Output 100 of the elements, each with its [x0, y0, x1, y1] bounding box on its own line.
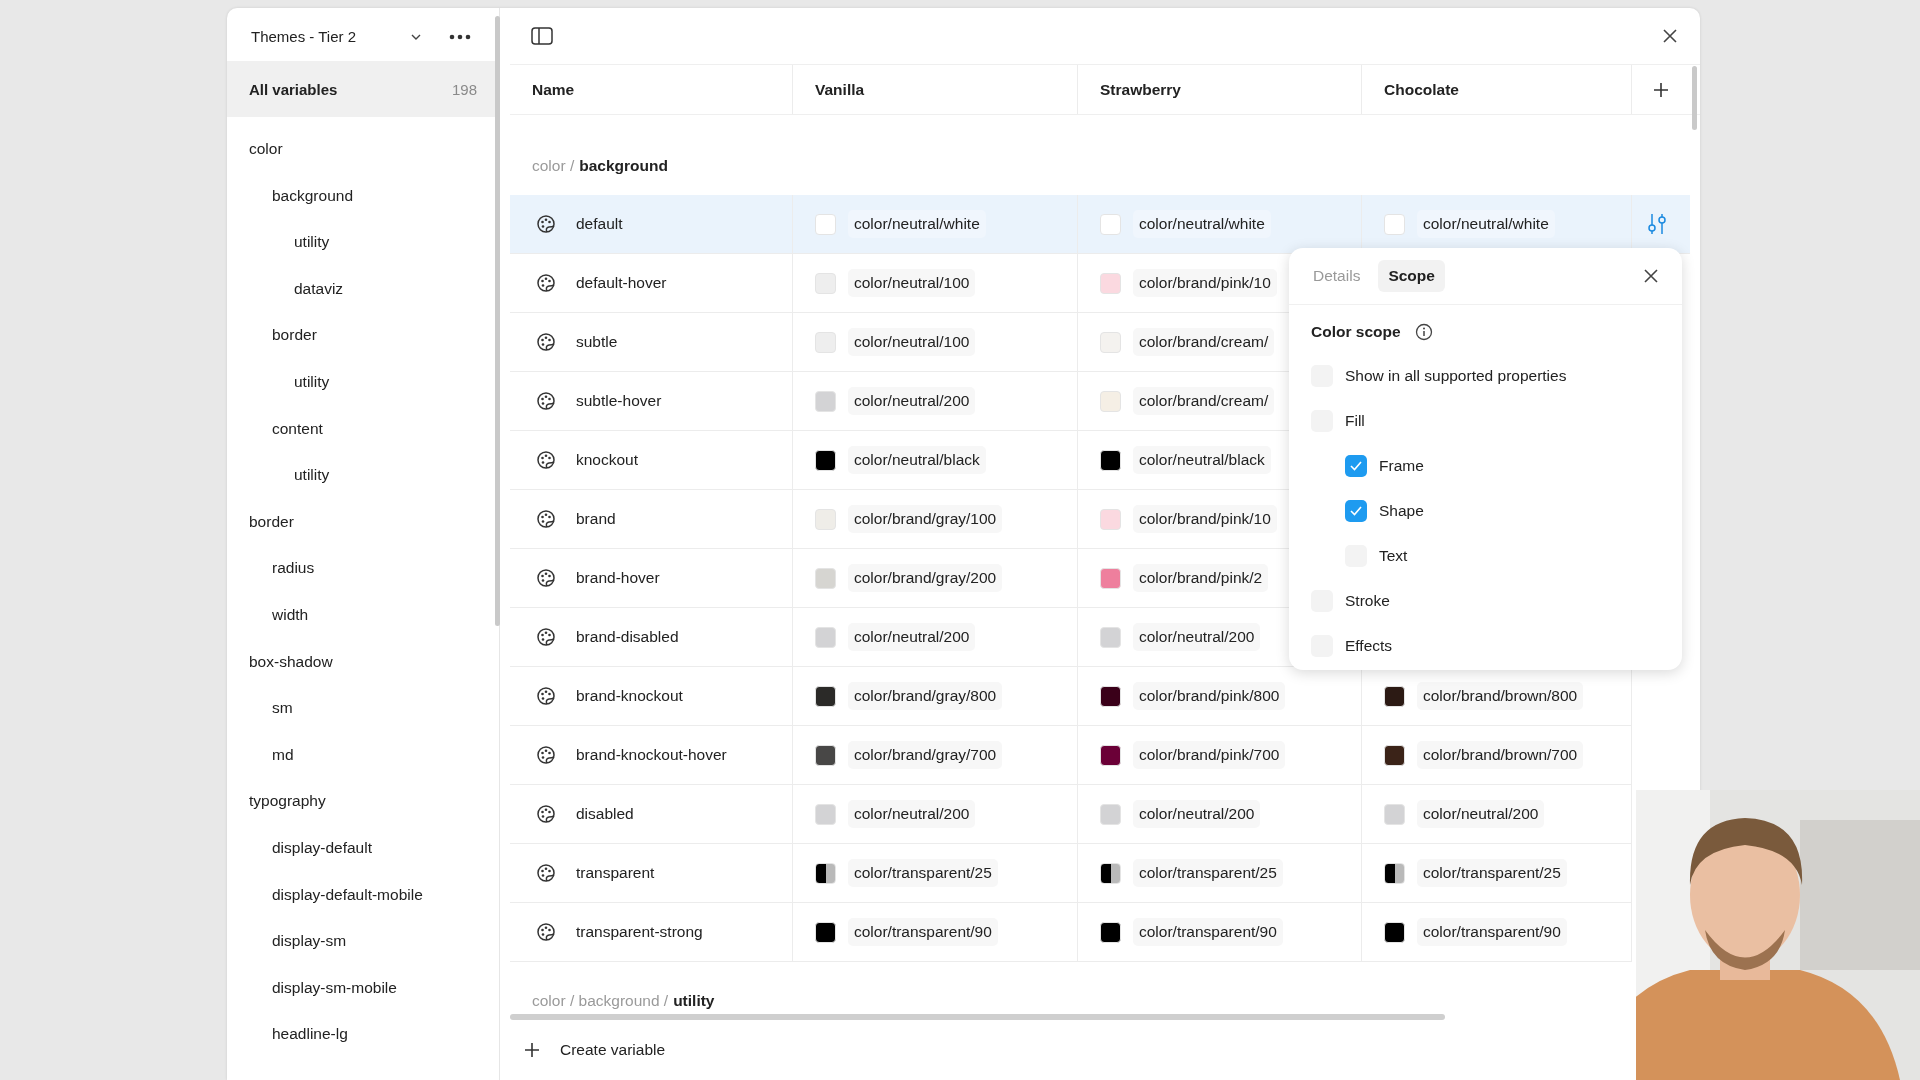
table-row[interactable]: transparent-strong color/transparent/90 color/transparent/90 color/transparent/90 [510, 903, 1632, 962]
sidebar-toggle-icon[interactable] [531, 27, 553, 45]
alias-chip[interactable]: color/transparent/90 [848, 918, 998, 946]
color-swatch[interactable] [1100, 508, 1121, 530]
alias-chip[interactable]: color/neutral/100 [848, 328, 976, 356]
color-swatch[interactable] [815, 449, 836, 471]
color-swatch[interactable] [1100, 803, 1121, 825]
tree-item[interactable]: color [249, 126, 283, 173]
alias-chip[interactable]: color/brand/pink/2 [1133, 564, 1269, 592]
color-swatch[interactable] [1384, 213, 1405, 235]
alias-chip[interactable]: color/neutral/200 [848, 387, 976, 415]
color-swatch[interactable] [815, 921, 836, 943]
scrollbar[interactable] [495, 16, 500, 626]
color-swatch[interactable] [815, 803, 836, 825]
color-swatch[interactable] [1100, 272, 1121, 294]
color-swatch[interactable] [1384, 921, 1405, 943]
alias-chip[interactable]: color/neutral/white [1417, 210, 1555, 238]
alias-chip[interactable]: color/brand/brown/700 [1417, 741, 1584, 769]
alias-chip[interactable]: color/neutral/200 [1133, 623, 1261, 651]
alias-chip[interactable]: color/brand/gray/800 [848, 682, 1003, 710]
close-icon[interactable] [1661, 27, 1679, 45]
checkbox[interactable] [1345, 499, 1367, 522]
alias-chip[interactable]: color/transparent/90 [1417, 918, 1567, 946]
alias-chip[interactable]: color/brand/pink/800 [1133, 682, 1286, 710]
color-swatch[interactable] [1384, 862, 1405, 884]
tree-item[interactable]: headline-lg [272, 1011, 348, 1058]
tree-item[interactable]: width [272, 591, 309, 639]
add-icon[interactable] [1653, 81, 1669, 98]
alias-chip[interactable]: color/brand/cream/ [1133, 387, 1275, 415]
color-swatch[interactable] [1100, 921, 1121, 943]
alias-chip[interactable]: color/brand/gray/100 [848, 505, 1003, 533]
alias-chip[interactable]: color/transparent/25 [1133, 859, 1283, 887]
color-swatch[interactable] [1100, 331, 1121, 353]
selected-row[interactable]: default color/neutral/white color/neutral/white color/neutral/white [510, 195, 1690, 254]
tree-item[interactable]: utility [294, 452, 330, 499]
alias-chip[interactable]: color/transparent/25 [1417, 859, 1567, 887]
sliders-icon[interactable] [1646, 213, 1668, 235]
alias-chip[interactable]: color/brand/gray/200 [848, 564, 1003, 592]
alias-chip[interactable]: color/transparent/25 [848, 859, 998, 887]
tree-item[interactable]: sm [272, 685, 293, 732]
color-swatch[interactable] [815, 567, 836, 589]
tree-item[interactable]: border [272, 312, 317, 359]
color-swatch[interactable] [815, 685, 836, 707]
alias-chip[interactable]: color/brand/pink/10 [1133, 269, 1277, 297]
tree-item[interactable]: border [249, 498, 294, 546]
tree-item[interactable]: utility [294, 219, 330, 266]
tree-item[interactable]: md [272, 731, 294, 779]
alias-chip[interactable]: color/brand/brown/800 [1417, 682, 1584, 710]
table-row[interactable]: brand-knockout color/brand/gray/800 color/brand/pink/800 color/brand/brown/800 [510, 667, 1632, 726]
tab[interactable]: Scope [1378, 260, 1445, 292]
color-swatch[interactable] [1100, 685, 1121, 707]
color-swatch[interactable] [1100, 390, 1121, 412]
tree-item[interactable]: display-sm [272, 918, 347, 965]
tree-item[interactable]: content [272, 405, 323, 453]
color-swatch[interactable] [815, 331, 836, 353]
color-swatch[interactable] [815, 213, 836, 235]
color-swatch[interactable] [1100, 567, 1121, 589]
checkbox[interactable] [1345, 454, 1367, 477]
alias-chip[interactable]: color/neutral/200 [848, 800, 976, 828]
table-row[interactable]: transparent color/transparent/25 color/transparent/25 color/transparent/25 [510, 844, 1632, 903]
create-variable-button[interactable]: Create variable [520, 1035, 670, 1065]
alias-chip[interactable]: color/neutral/black [1133, 446, 1271, 474]
alias-chip[interactable]: color/neutral/white [848, 210, 986, 238]
column-header[interactable]: Chocolate [1362, 65, 1632, 114]
collection-dropdown[interactable]: Themes - Tier 2 [241, 20, 431, 53]
alias-chip[interactable]: color/brand/gray/700 [848, 741, 1003, 769]
color-swatch[interactable] [1384, 685, 1405, 707]
alias-chip[interactable]: color/brand/pink/10 [1133, 505, 1277, 533]
color-swatch[interactable] [815, 390, 836, 412]
tree-item[interactable]: display-default [272, 824, 372, 872]
table-row[interactable]: brand-knockout-hover color/brand/gray/700 color/brand/pink/700 color/brand/brown/700 [510, 726, 1632, 785]
alias-chip[interactable]: color/brand/pink/700 [1133, 741, 1286, 769]
alias-chip[interactable]: color/neutral/200 [1133, 800, 1261, 828]
tree-item[interactable]: utility [294, 358, 330, 406]
column-header[interactable]: Vanilla [793, 65, 1078, 114]
alias-chip[interactable]: color/neutral/black [848, 446, 986, 474]
tree-item[interactable]: display-default-mobile [272, 871, 423, 919]
tree-item[interactable]: background [272, 172, 353, 220]
color-swatch[interactable] [815, 862, 836, 884]
alias-chip[interactable]: color/neutral/200 [848, 623, 976, 651]
more-icon[interactable] [449, 33, 471, 40]
alias-chip[interactable]: color/brand/cream/ [1133, 328, 1275, 356]
scrollbar[interactable] [1692, 66, 1697, 130]
alias-chip[interactable]: color/neutral/200 [1417, 800, 1545, 828]
scrollbar[interactable] [510, 1014, 1445, 1020]
column-header[interactable]: Strawberry [1078, 65, 1362, 114]
color-swatch[interactable] [815, 744, 836, 766]
close-icon[interactable] [1642, 267, 1660, 285]
tree-item[interactable]: radius [272, 545, 315, 592]
color-swatch[interactable] [1100, 744, 1121, 766]
tree-item[interactable]: dataviz [294, 265, 344, 313]
color-swatch[interactable] [1384, 803, 1405, 825]
alias-chip[interactable]: color/neutral/100 [848, 269, 976, 297]
color-swatch[interactable] [1384, 744, 1405, 766]
tree-item[interactable]: box-shadow [249, 638, 333, 686]
color-swatch[interactable] [815, 272, 836, 294]
tree-item[interactable]: typography [249, 778, 326, 825]
alias-chip[interactable]: color/neutral/white [1133, 210, 1271, 238]
color-swatch[interactable] [1100, 862, 1121, 884]
column-header[interactable]: Name [510, 65, 793, 114]
